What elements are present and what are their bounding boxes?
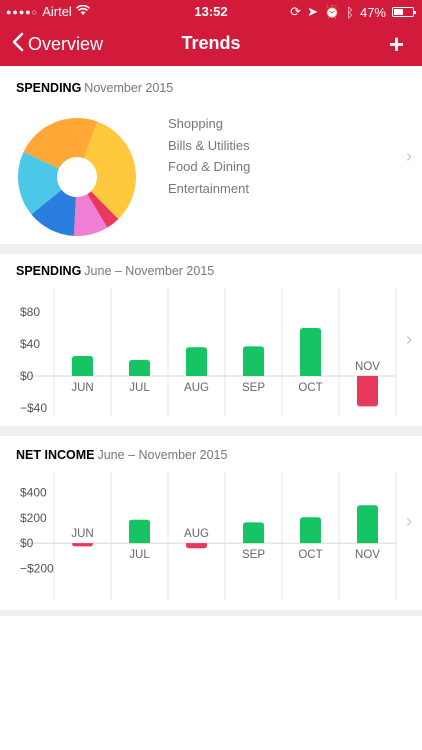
y-tick-label: $0	[20, 536, 34, 550]
card-header: SPENDING June – November 2015	[16, 264, 214, 278]
bar	[129, 519, 150, 544]
bar	[186, 347, 207, 376]
card-header: SPENDING November 2015	[16, 81, 173, 95]
status-bar: ●●●●○ Airtel 13:52 ⟳ ➤ ⏰ ᛒ 47%	[0, 0, 422, 22]
alarm-icon: ⏰	[323, 4, 341, 19]
x-tick-label: NOV	[355, 549, 380, 561]
x-tick-label: JUL	[129, 549, 150, 561]
bar	[300, 517, 321, 544]
x-tick-label: JUN	[71, 382, 93, 394]
x-tick-label: AUG	[184, 528, 209, 540]
x-tick-label: OCT	[298, 382, 322, 394]
net-income-trend-card[interactable]: NET INCOME June – November 2015 $400 $200 $…	[0, 436, 422, 610]
nav-bar: Overview Trends +	[0, 24, 422, 64]
bar	[300, 328, 321, 376]
spending-pie-card[interactable]: SPENDING November 2015 Shopping Bills & U…	[0, 66, 422, 244]
section-divider	[0, 244, 422, 254]
bar	[186, 543, 207, 549]
legend-item: Food & Dining	[168, 159, 251, 174]
battery-percent: 47%	[359, 4, 386, 20]
back-button[interactable]: Overview	[12, 32, 103, 57]
back-label: Overview	[28, 34, 104, 54]
y-tick-label: −$200	[20, 561, 54, 575]
x-tick-label: OCT	[298, 549, 322, 561]
y-tick-label: $400	[20, 486, 47, 500]
chevron-right-icon: ›	[406, 511, 412, 531]
bluetooth-icon: ᛒ	[346, 4, 354, 20]
net-income-bar-chart: $400 $200 $0 −$200 JUN JUL AUG SEP OCT NOV	[16, 472, 397, 600]
spending-bar-chart: $80 $40 $0 −$40 JUN JUL AUG SEP OCT NOV	[16, 288, 397, 416]
x-tick-label: JUL	[129, 382, 150, 394]
section-divider	[0, 426, 422, 436]
pie-legend: Shopping Bills & Utilities Food & Dining…	[168, 116, 250, 202]
bar	[357, 376, 378, 407]
legend-item: Shopping	[168, 116, 223, 131]
chevron-left-icon	[12, 32, 24, 57]
bar	[243, 346, 264, 376]
card-header: NET INCOME June – November 2015	[16, 448, 227, 462]
y-tick-label: $80	[20, 305, 40, 319]
bar	[72, 356, 93, 376]
card-title: NET INCOME	[16, 448, 95, 462]
bar	[357, 505, 378, 544]
chevron-right-icon: ›	[406, 146, 412, 166]
section-divider	[0, 610, 422, 616]
chevron-right-icon: ›	[406, 329, 412, 349]
bar	[243, 522, 264, 544]
x-tick-label: AUG	[184, 382, 209, 394]
top-bar: ●●●●○ Airtel 13:52 ⟳ ➤ ⏰ ᛒ 47% Overview …	[0, 0, 422, 66]
bar	[72, 543, 93, 547]
card-period: November 2015	[84, 81, 174, 95]
card-period: June – November 2015	[97, 448, 228, 462]
rotation-lock-icon: ⟳	[290, 4, 302, 19]
bar	[129, 360, 150, 376]
battery-icon	[392, 7, 416, 17]
legend-item: Bills & Utilities	[168, 137, 250, 153]
x-tick-label: SEP	[242, 382, 265, 394]
y-tick-label: $0	[20, 369, 34, 383]
add-button[interactable]: +	[389, 29, 404, 60]
y-tick-label: −$40	[20, 401, 47, 415]
legend-item: Entertainment	[168, 180, 249, 196]
location-arrow-icon: ➤	[307, 4, 318, 19]
card-title: SPENDING	[16, 81, 82, 95]
card-title: SPENDING	[16, 264, 82, 278]
spending-donut-chart	[17, 118, 137, 236]
y-tick-label: $40	[20, 337, 40, 351]
card-period: June – November 2015	[84, 264, 215, 278]
x-tick-label: JUN	[71, 528, 93, 540]
y-tick-label: $200	[20, 511, 47, 525]
x-tick-label: NOV	[355, 361, 380, 373]
spending-trend-card[interactable]: SPENDING June – November 2015 $80 $40 $0 −$4…	[0, 254, 422, 426]
x-tick-label: SEP	[242, 549, 265, 561]
